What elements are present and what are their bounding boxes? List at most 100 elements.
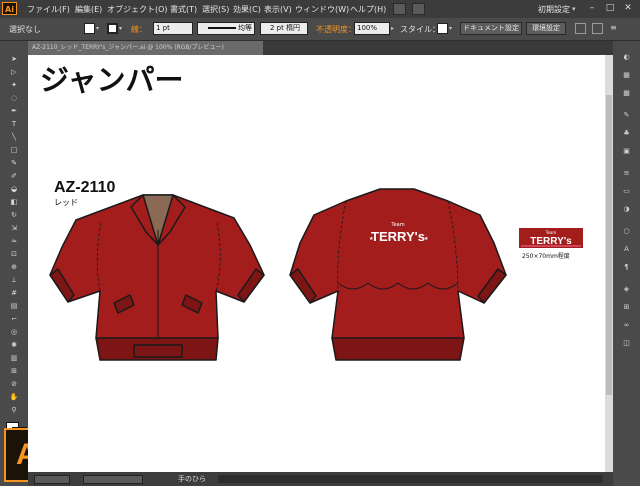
stroke-profile-select[interactable]: 均等 — [197, 22, 255, 35]
type-tool-icon[interactable]: T — [9, 120, 19, 128]
menu-view[interactable]: 表示(V) — [264, 4, 292, 15]
character-panel-icon[interactable]: A — [621, 245, 632, 254]
direct-selection-tool-icon[interactable]: ▷ — [9, 68, 19, 76]
selection-tool-icon[interactable]: ➤ — [9, 55, 19, 63]
artboard[interactable]: ジャンパー AZ-2110 レッド Team TERRY's ★ ★ Team … — [28, 55, 613, 472]
magic-wand-tool-icon[interactable]: ✦ — [9, 81, 19, 89]
document-tab-bar: AZ-2110_レッド_TERRY's_ジャンパー.ai @ 100% (RGB… — [28, 41, 613, 55]
document-tab[interactable]: AZ-2110_レッド_TERRY's_ジャンパー.ai @ 100% (RGB… — [28, 41, 263, 55]
gradient-tool-icon[interactable]: ▤ — [9, 302, 19, 310]
style-label: スタイル： — [400, 25, 440, 34]
fill-dropdown-icon[interactable]: ▾ — [96, 25, 99, 32]
pathfinder-panel-icon[interactable]: ◫ — [621, 339, 632, 348]
artboards-panel-icon[interactable]: ⊞ — [621, 303, 632, 312]
menu-type[interactable]: 書式(T) — [170, 4, 197, 15]
rectangle-tool-icon[interactable]: □ — [9, 146, 19, 154]
bridge-icon[interactable] — [393, 3, 406, 15]
stroke-swatch[interactable] — [107, 23, 118, 34]
symbol-sprayer-tool-icon[interactable]: ✺ — [9, 341, 19, 349]
perspective-grid-tool-icon[interactable]: ⟂ — [9, 276, 19, 284]
mesh-tool-icon[interactable]: # — [9, 289, 19, 297]
menu-effect[interactable]: 効果(C) — [233, 4, 261, 15]
stroke-weight-field[interactable]: 1 pt — [153, 22, 193, 35]
minimize-icon[interactable]: – — [584, 2, 600, 15]
jacket-back — [289, 188, 507, 361]
scrollbar-thumb[interactable] — [606, 95, 612, 395]
status-bar: 手のひら — [28, 472, 613, 486]
panel-menu-icon[interactable]: ≡ — [610, 23, 617, 32]
graphic-styles-icon[interactable]: ▣ — [621, 147, 632, 156]
stroke-panel-icon[interactable]: ≡ — [621, 169, 632, 178]
align-icon[interactable] — [575, 23, 586, 34]
width-tool-icon[interactable]: ≈ — [9, 237, 19, 245]
opacity-label[interactable]: 不透明度： — [316, 24, 356, 35]
chevron-down-icon[interactable]: ▾ — [572, 3, 580, 15]
graphic-style-swatch[interactable] — [437, 23, 448, 34]
hand-tool-icon[interactable]: ✋ — [9, 393, 19, 401]
artboard-navigation[interactable] — [83, 475, 143, 484]
menu-select[interactable]: 選択(S) — [202, 4, 229, 15]
line-preview-icon — [208, 27, 236, 29]
zoom-field[interactable] — [34, 475, 70, 484]
paintbrush-tool-icon[interactable]: ✎ — [9, 159, 19, 167]
gradient-panel-icon[interactable]: ▭ — [621, 187, 632, 196]
selection-status: 選択なし — [9, 25, 41, 34]
stroke-label[interactable]: 線： — [131, 24, 147, 35]
menu-bar: Ai ファイル(F) 編集(E) オブジェクト(O) 書式(T) 選択(S) 効… — [0, 0, 640, 18]
links-panel-icon[interactable]: ∞ — [621, 321, 632, 330]
shape-builder-tool-icon[interactable]: ⊕ — [9, 263, 19, 271]
layers-panel-icon[interactable]: ◈ — [621, 285, 632, 294]
stroke-dropdown-icon[interactable]: ▾ — [119, 25, 122, 32]
pencil-tool-icon[interactable]: ✐ — [9, 172, 19, 180]
brush-select[interactable]: 2 pt 楕円 — [260, 22, 308, 35]
horizontal-scrollbar[interactable] — [218, 475, 603, 483]
sample-name: TERRY's — [530, 236, 572, 247]
zoom-tool-icon[interactable]: ⚲ — [9, 406, 19, 414]
rotate-tool-icon[interactable]: ↻ — [9, 211, 19, 219]
brushes-panel-icon[interactable]: ✎ — [621, 111, 632, 120]
fill-swatch[interactable] — [84, 23, 95, 34]
opacity-dropdown-icon[interactable]: ▸ — [391, 25, 394, 32]
preferences-button[interactable]: 環境設定 — [526, 22, 566, 35]
transform-icon[interactable] — [592, 23, 603, 34]
color-guide-icon[interactable]: ▦ — [621, 71, 632, 80]
maximize-icon[interactable]: □ — [602, 2, 618, 15]
appearance-panel-icon[interactable]: ○ — [621, 227, 632, 236]
symbols-panel-icon[interactable]: ♣ — [621, 129, 632, 138]
graph-tool-icon[interactable]: ▥ — [9, 354, 19, 362]
color-panel-icon[interactable]: ◐ — [621, 53, 632, 62]
swatches-panel-icon[interactable]: ▩ — [621, 89, 632, 98]
menu-help[interactable]: ヘルプ(H) — [350, 4, 386, 15]
document-setup-button[interactable]: ドキュメント設定 — [460, 22, 522, 35]
blend-tool-icon[interactable]: ◎ — [9, 328, 19, 336]
artboard-tool-icon[interactable]: ⊞ — [9, 367, 19, 375]
pen-tool-icon[interactable]: ✒ — [9, 107, 19, 115]
back-print-star-right-icon: ★ — [424, 236, 429, 242]
slice-tool-icon[interactable]: ⊘ — [9, 380, 19, 388]
current-tool-status[interactable]: 手のひら — [178, 474, 206, 484]
line-tool-icon[interactable]: ╲ — [9, 133, 19, 141]
menu-file[interactable]: ファイル(F) — [27, 4, 70, 15]
lasso-tool-icon[interactable]: ◌ — [9, 94, 19, 102]
sample-team: Team — [545, 230, 557, 235]
panel-dock: ◐ ▦ ▩ ✎ ♣ ▣ ≡ ▭ ◑ ○ A ¶ ◈ ⊞ ∞ ◫ — [613, 41, 640, 486]
free-transform-tool-icon[interactable]: ⊡ — [9, 250, 19, 258]
arrange-documents-icon[interactable] — [412, 3, 425, 15]
transparency-panel-icon[interactable]: ◑ — [621, 205, 632, 214]
menu-window[interactable]: ウィンドウ(W) — [295, 4, 349, 15]
scale-tool-icon[interactable]: ⇲ — [9, 224, 19, 232]
blob-brush-tool-icon[interactable]: ◒ — [9, 185, 19, 193]
eraser-tool-icon[interactable]: ◧ — [9, 198, 19, 206]
opacity-field[interactable]: 100% — [354, 22, 390, 35]
eyedropper-tool-icon[interactable]: ⌐ — [9, 315, 19, 323]
style-dropdown-icon[interactable]: ▾ — [449, 25, 452, 32]
back-print-name: TERRY's — [371, 229, 425, 244]
menu-edit[interactable]: 編集(E) — [75, 4, 102, 15]
color-name: レッド — [54, 198, 78, 207]
paragraph-panel-icon[interactable]: ¶ — [621, 263, 632, 272]
back-print-star-left-icon: ★ — [369, 236, 374, 242]
menu-object[interactable]: オブジェクト(O) — [107, 4, 168, 15]
close-icon[interactable]: ✕ — [620, 2, 636, 15]
workspace-switcher[interactable]: 初期設定 — [538, 4, 570, 15]
control-bar: 選択なし ▾ ▾ 線： 1 pt 均等 2 pt 楕円 不透明度： 100% ▸… — [0, 18, 640, 41]
